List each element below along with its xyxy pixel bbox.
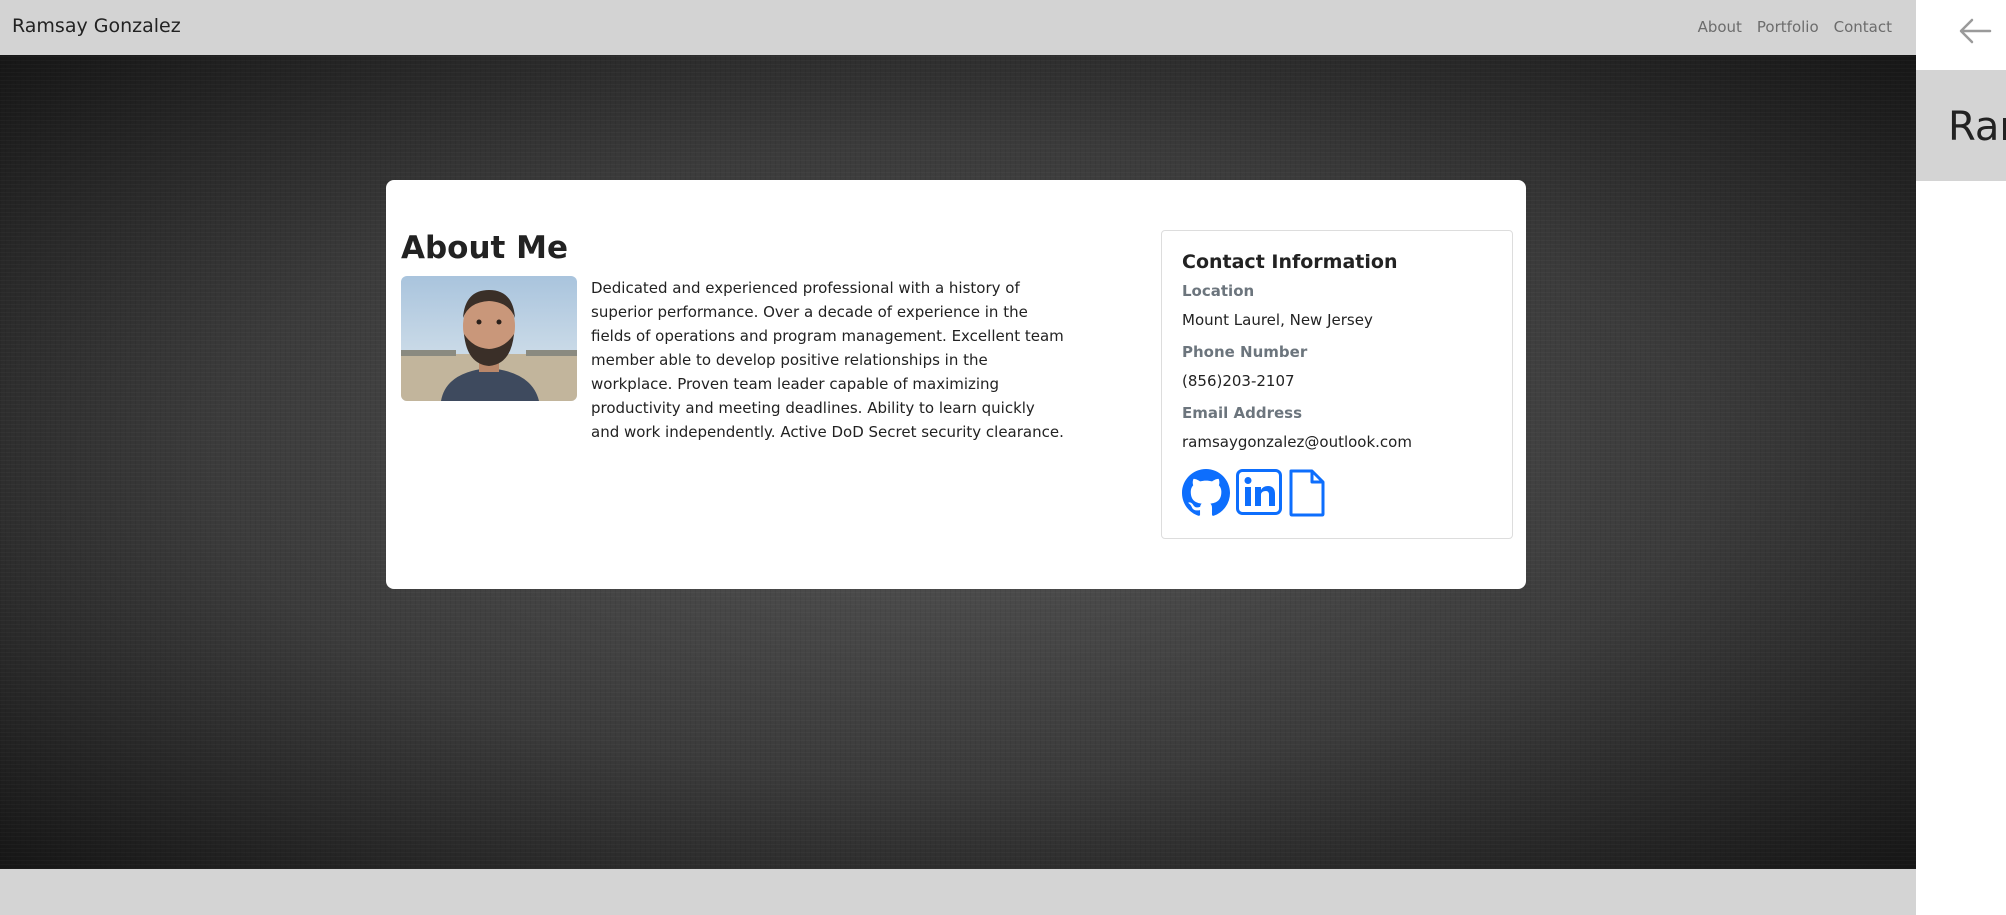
profile-photo <box>401 276 577 401</box>
hero-background: About Me Dedicated and experienced profe… <box>0 55 1916 869</box>
contact-title: Contact Information <box>1182 251 1398 273</box>
resume-link[interactable] <box>1288 469 1326 517</box>
about-title: About Me <box>401 230 569 266</box>
nav-link-portfolio[interactable]: Portfolio <box>1757 18 1819 36</box>
side-panel: Ran <box>1916 0 2006 915</box>
github-icon <box>1182 469 1230 516</box>
github-link[interactable] <box>1182 469 1230 517</box>
social-icons <box>1182 469 1326 517</box>
linkedin-icon <box>1236 469 1282 515</box>
navbar: Ramsay Gonzalez About Portfolio Contact <box>0 0 1916 55</box>
brand-link[interactable]: Ramsay Gonzalez <box>12 15 181 37</box>
main-view: Ramsay Gonzalez About Portfolio Contact … <box>0 0 1916 915</box>
email-label: Email Address <box>1182 404 1303 422</box>
side-panel-header: Ran <box>1916 70 2006 181</box>
phone-value: (856)203-2107 <box>1182 372 1295 390</box>
about-card: About Me Dedicated and experienced profe… <box>386 180 1526 589</box>
nav-link-about[interactable]: About <box>1698 18 1742 36</box>
nav-link-contact[interactable]: Contact <box>1834 18 1892 36</box>
location-value: Mount Laurel, New Jersey <box>1182 311 1373 329</box>
phone-label: Phone Number <box>1182 343 1308 361</box>
contact-info-box: Contact Information Location Mount Laure… <box>1161 230 1513 539</box>
location-label: Location <box>1182 282 1255 300</box>
linkedin-link[interactable] <box>1236 469 1282 515</box>
arrow-left-icon[interactable] <box>1958 18 1992 44</box>
document-icon <box>1289 469 1325 517</box>
nav-links: About Portfolio Contact <box>1698 18 1892 36</box>
email-value: ramsaygonzalez@outlook.com <box>1182 433 1412 451</box>
bio-text: Dedicated and experienced professional w… <box>591 279 1064 441</box>
side-panel-title: Ran <box>1948 104 2006 150</box>
